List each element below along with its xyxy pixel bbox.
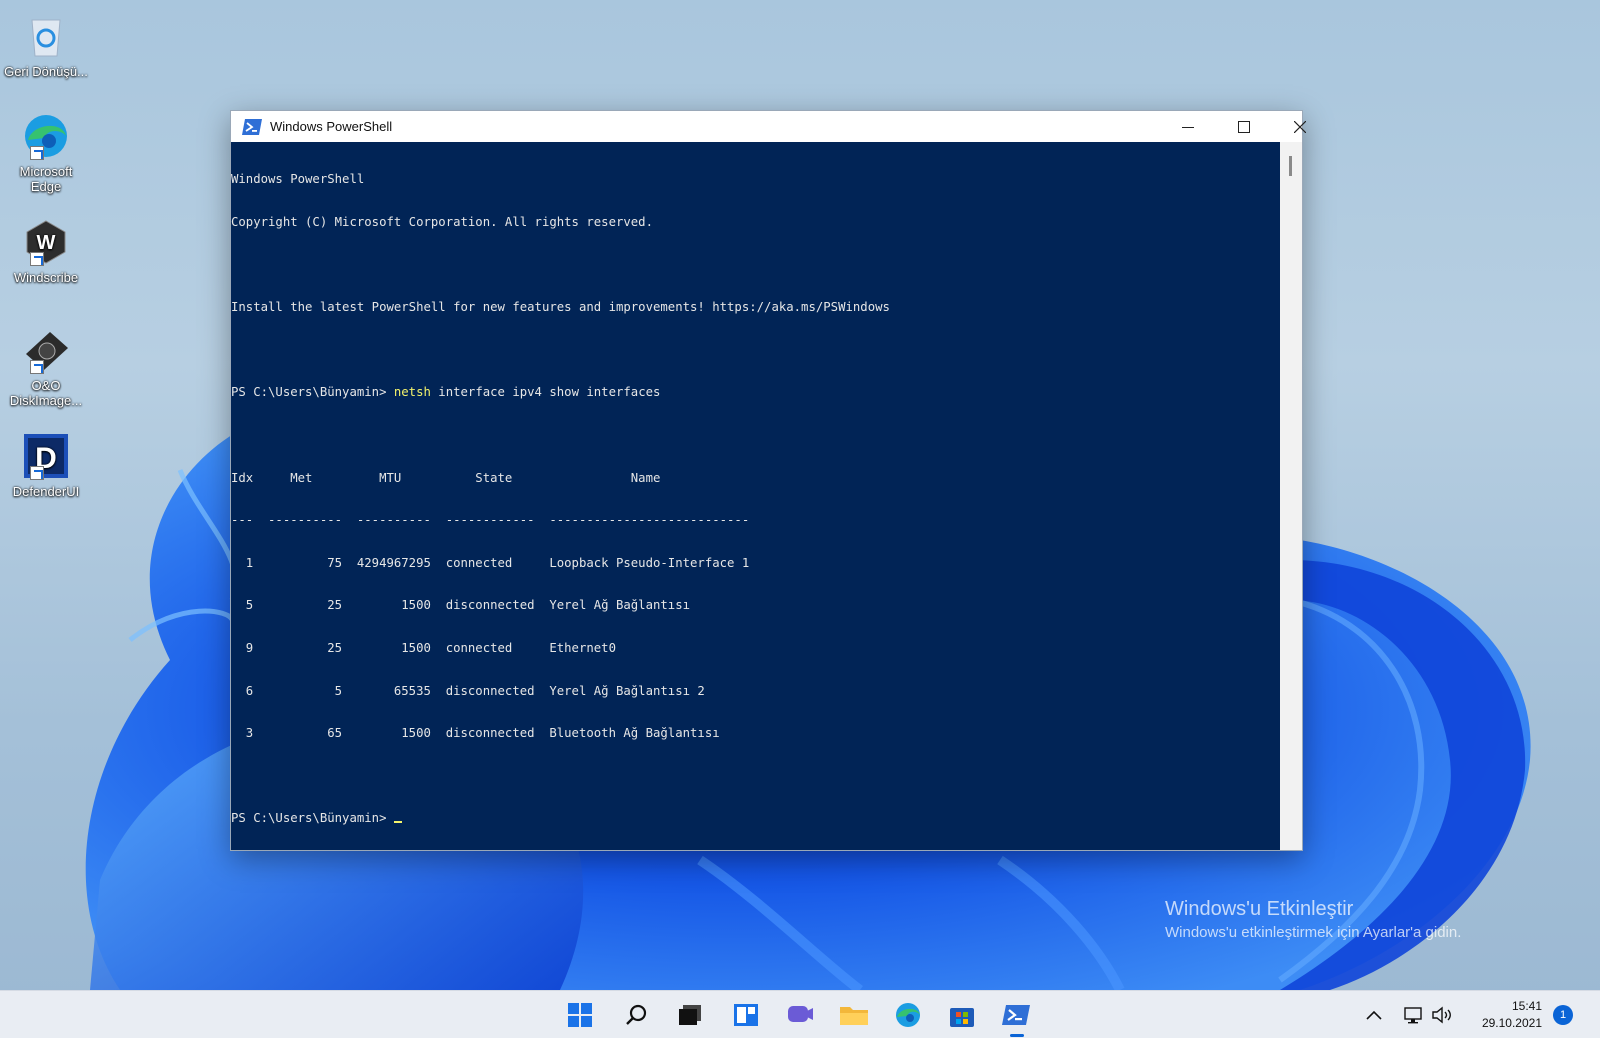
desktop-icon-oo-diskimage[interactable]: O&O DiskImage... [4, 326, 88, 408]
shortcut-arrow-icon [30, 146, 44, 160]
scrollbar-thumb[interactable] [1289, 156, 1292, 176]
volume-button[interactable] [1426, 999, 1458, 1031]
desktop-icon-microsoft-edge[interactable]: Microsoft Edge [4, 112, 88, 194]
console-output[interactable]: Windows PowerShell Copyright (C) Microso… [231, 142, 1280, 850]
window-title: Windows PowerShell [270, 119, 393, 134]
store-button[interactable] [946, 999, 978, 1031]
edge-icon [896, 1003, 920, 1027]
store-icon [950, 1008, 974, 1027]
console-scrollbar[interactable] [1280, 142, 1302, 850]
minimize-button[interactable] [1160, 111, 1216, 142]
desktop-icon-label: Geri Dönüşü... [4, 64, 88, 79]
text-cursor [393, 821, 402, 824]
table-row: 1 75 4294967295 connected Loopback Pseud… [231, 555, 750, 570]
table-row: 3 65 1500 disconnected Bluetooth Ağ Bağl… [231, 726, 720, 741]
powershell-taskbar-button[interactable] [1000, 999, 1032, 1037]
minimize-icon [1182, 126, 1194, 128]
recycle-bin-icon [22, 12, 70, 60]
taskbar-clock[interactable]: 15:41 29.10.2021 [1466, 998, 1542, 1032]
window-titlebar[interactable]: Windows PowerShell [231, 111, 1306, 142]
chat-icon [788, 1006, 813, 1022]
desktop-icon-label: Windscribe [13, 270, 79, 285]
network-icon [1404, 1007, 1422, 1024]
file-explorer-button[interactable] [838, 999, 870, 1031]
table-separator: --- ---------- ---------- ------------ -… [231, 513, 750, 528]
table-row: 6 5 65535 disconnected Yerel Ağ Bağlantı… [231, 683, 705, 698]
taskbar: 15:41 29.10.2021 1 [0, 990, 1600, 1038]
desktop-icon-label: Microsoft Edge [19, 164, 73, 194]
activation-watermark: Windows'u Etkinleştir Windows'u etkinleş… [1165, 898, 1461, 941]
defenderui-icon: D [22, 432, 70, 480]
shortcut-arrow-icon [30, 252, 44, 266]
chevron-up-icon [1366, 1010, 1382, 1020]
console-install-message: Install the latest PowerShell for new fe… [231, 300, 890, 315]
maximize-button[interactable] [1216, 111, 1272, 142]
desktop-icon-label: O&O DiskImage... [9, 378, 83, 408]
close-button[interactable] [1272, 111, 1328, 142]
console-command-line: PS C:\Users\Bünyamin> netsh interface ip… [231, 385, 1280, 399]
activation-subtitle: Windows'u etkinleştirmek için Ayarlar'a … [1165, 924, 1462, 941]
clock-time: 15:41 [1511, 999, 1542, 1013]
start-icon [568, 1003, 592, 1027]
show-hidden-icons-button[interactable] [1358, 999, 1390, 1031]
search-button[interactable] [620, 999, 652, 1031]
notification-badge[interactable]: 1 [1553, 1005, 1573, 1025]
disk-image-icon [22, 326, 70, 374]
search-icon [626, 1004, 647, 1025]
desktop-icon-windscribe[interactable]: W Windscribe [4, 218, 88, 285]
console-copyright: Copyright (C) Microsoft Corporation. All… [231, 215, 653, 229]
desktop-icon-label: DefenderUI [12, 484, 80, 499]
table-header: Idx Met MTU State Name [231, 470, 661, 485]
shortcut-arrow-icon [30, 360, 44, 374]
file-explorer-icon [840, 1007, 868, 1025]
powershell-window[interactable]: Windows PowerShell Windows PowerShell Co… [230, 110, 1306, 851]
powershell-icon [1002, 1005, 1030, 1025]
chat-button[interactable] [784, 999, 816, 1031]
activation-title: Windows'u Etkinleştir [1165, 898, 1354, 920]
powershell-icon [242, 118, 262, 135]
desktop-icon-recycle-bin[interactable]: Geri Dönüşü... [4, 12, 88, 79]
task-view-button[interactable] [674, 999, 706, 1031]
console-prompt: PS C:\Users\Bünyamin> [231, 385, 394, 400]
task-view-icon [679, 1005, 701, 1025]
console-command-args: interface ipv4 show interfaces [430, 385, 661, 400]
widgets-icon [734, 1004, 758, 1026]
table-row: 9 25 1500 connected Ethernet0 [231, 640, 616, 655]
volume-icon [1432, 1006, 1451, 1024]
widgets-button[interactable] [730, 999, 762, 1031]
maximize-icon [1238, 120, 1250, 133]
desktop-icon-defenderui[interactable]: D DefenderUI [4, 432, 88, 499]
edge-icon [22, 112, 70, 160]
start-button[interactable] [564, 999, 596, 1031]
table-row: 5 25 1500 disconnected Yerel Ağ Bağlantı… [231, 598, 691, 613]
console-banner: Windows PowerShell [231, 172, 365, 187]
console-prompt: PS C:\Users\Bünyamin> [231, 811, 394, 826]
svg-text:W: W [37, 232, 56, 254]
close-icon [1294, 120, 1306, 133]
shortcut-arrow-icon [30, 466, 44, 480]
windscribe-icon: W [22, 218, 70, 266]
edge-button[interactable] [892, 999, 924, 1031]
console-input-line[interactable]: PS C:\Users\Bünyamin> [231, 811, 1280, 825]
console-command-keyword: netsh [393, 385, 431, 400]
clock-date: 29.10.2021 [1481, 1016, 1542, 1030]
